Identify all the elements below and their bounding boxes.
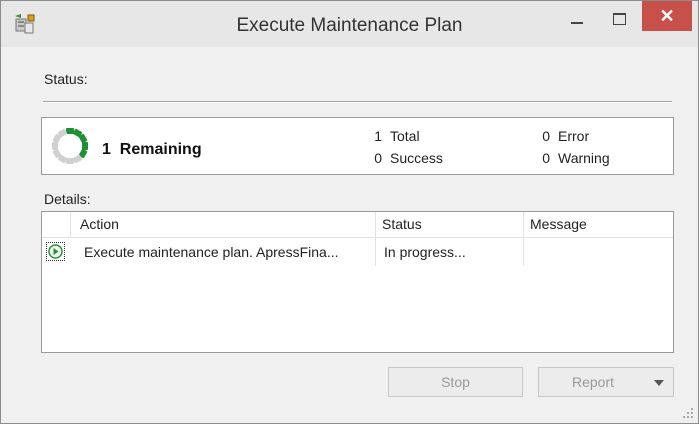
details-table[interactable]: Action Status Message Execute maintenanc…	[41, 211, 674, 353]
remaining-label: Remaining	[119, 141, 202, 158]
in-progress-play-icon	[48, 244, 63, 259]
status-panel: 1 Remaining 1 Total 0 Success 0 Error 0 Warn…	[41, 117, 674, 175]
error-count: 0	[542, 128, 550, 144]
success-count: 0	[374, 150, 382, 166]
total-label: Total	[390, 128, 420, 144]
column-header-status[interactable]: Status	[376, 212, 522, 237]
row-status-cell	[46, 242, 65, 261]
total-count: 1	[374, 128, 382, 144]
spinner-segment	[66, 128, 74, 134]
warning-stat: 0 Warning	[536, 150, 610, 166]
warning-label: Warning	[558, 150, 610, 166]
column-header-action[interactable]: Action	[74, 212, 375, 237]
spinner-segment	[66, 158, 74, 164]
row-status-text-cell: In progress...	[384, 244, 466, 260]
error-stat: 0 Error	[536, 128, 589, 144]
row-action-cell: Execute maintenance plan. ApressFina...	[84, 244, 339, 260]
maximize-icon	[612, 13, 626, 25]
success-stat: 0 Success	[368, 150, 443, 166]
resize-grip-icon[interactable]	[683, 408, 694, 419]
error-label: Error	[558, 128, 590, 144]
column-divider	[70, 212, 71, 237]
remaining-summary: 1 Remaining	[102, 141, 202, 159]
total-stat: 1 Total	[368, 128, 420, 144]
stop-button-label: Stop	[441, 374, 470, 390]
report-button-label: Report	[571, 374, 615, 390]
title-bar[interactable]: Execute Maintenance Plan ✕	[1, 1, 698, 47]
close-icon: ✕	[659, 6, 675, 26]
spinner-segment	[82, 142, 88, 150]
spinner-segment	[52, 142, 58, 150]
column-header-message[interactable]: Message	[524, 212, 670, 237]
stop-button[interactable]: Stop	[388, 367, 523, 397]
maximize-button[interactable]	[599, 1, 639, 31]
minimize-icon	[571, 22, 583, 24]
maintenance-plan-window: Execute Maintenance Plan ✕ Status: 1 Rem…	[0, 0, 699, 424]
status-separator	[43, 101, 672, 103]
success-label: Success	[390, 150, 443, 166]
minimize-button[interactable]	[557, 1, 597, 31]
progress-spinner-icon	[52, 128, 88, 164]
warning-count: 0	[542, 150, 550, 166]
report-button[interactable]: Report	[538, 367, 674, 397]
chevron-down-icon[interactable]	[654, 380, 664, 386]
table-row[interactable]: Execute maintenance plan. ApressFina... …	[42, 238, 673, 266]
close-button[interactable]: ✕	[642, 1, 692, 31]
table-header: Action Status Message	[42, 212, 673, 238]
status-section-label: Status:	[44, 71, 88, 87]
details-section-label: Details:	[44, 191, 91, 207]
row-message-cell	[527, 238, 672, 266]
dialog-content: Status: 1 Remaining 1 Total 0 Success 0 Err…	[1, 47, 698, 423]
remaining-count: 1	[102, 141, 111, 158]
